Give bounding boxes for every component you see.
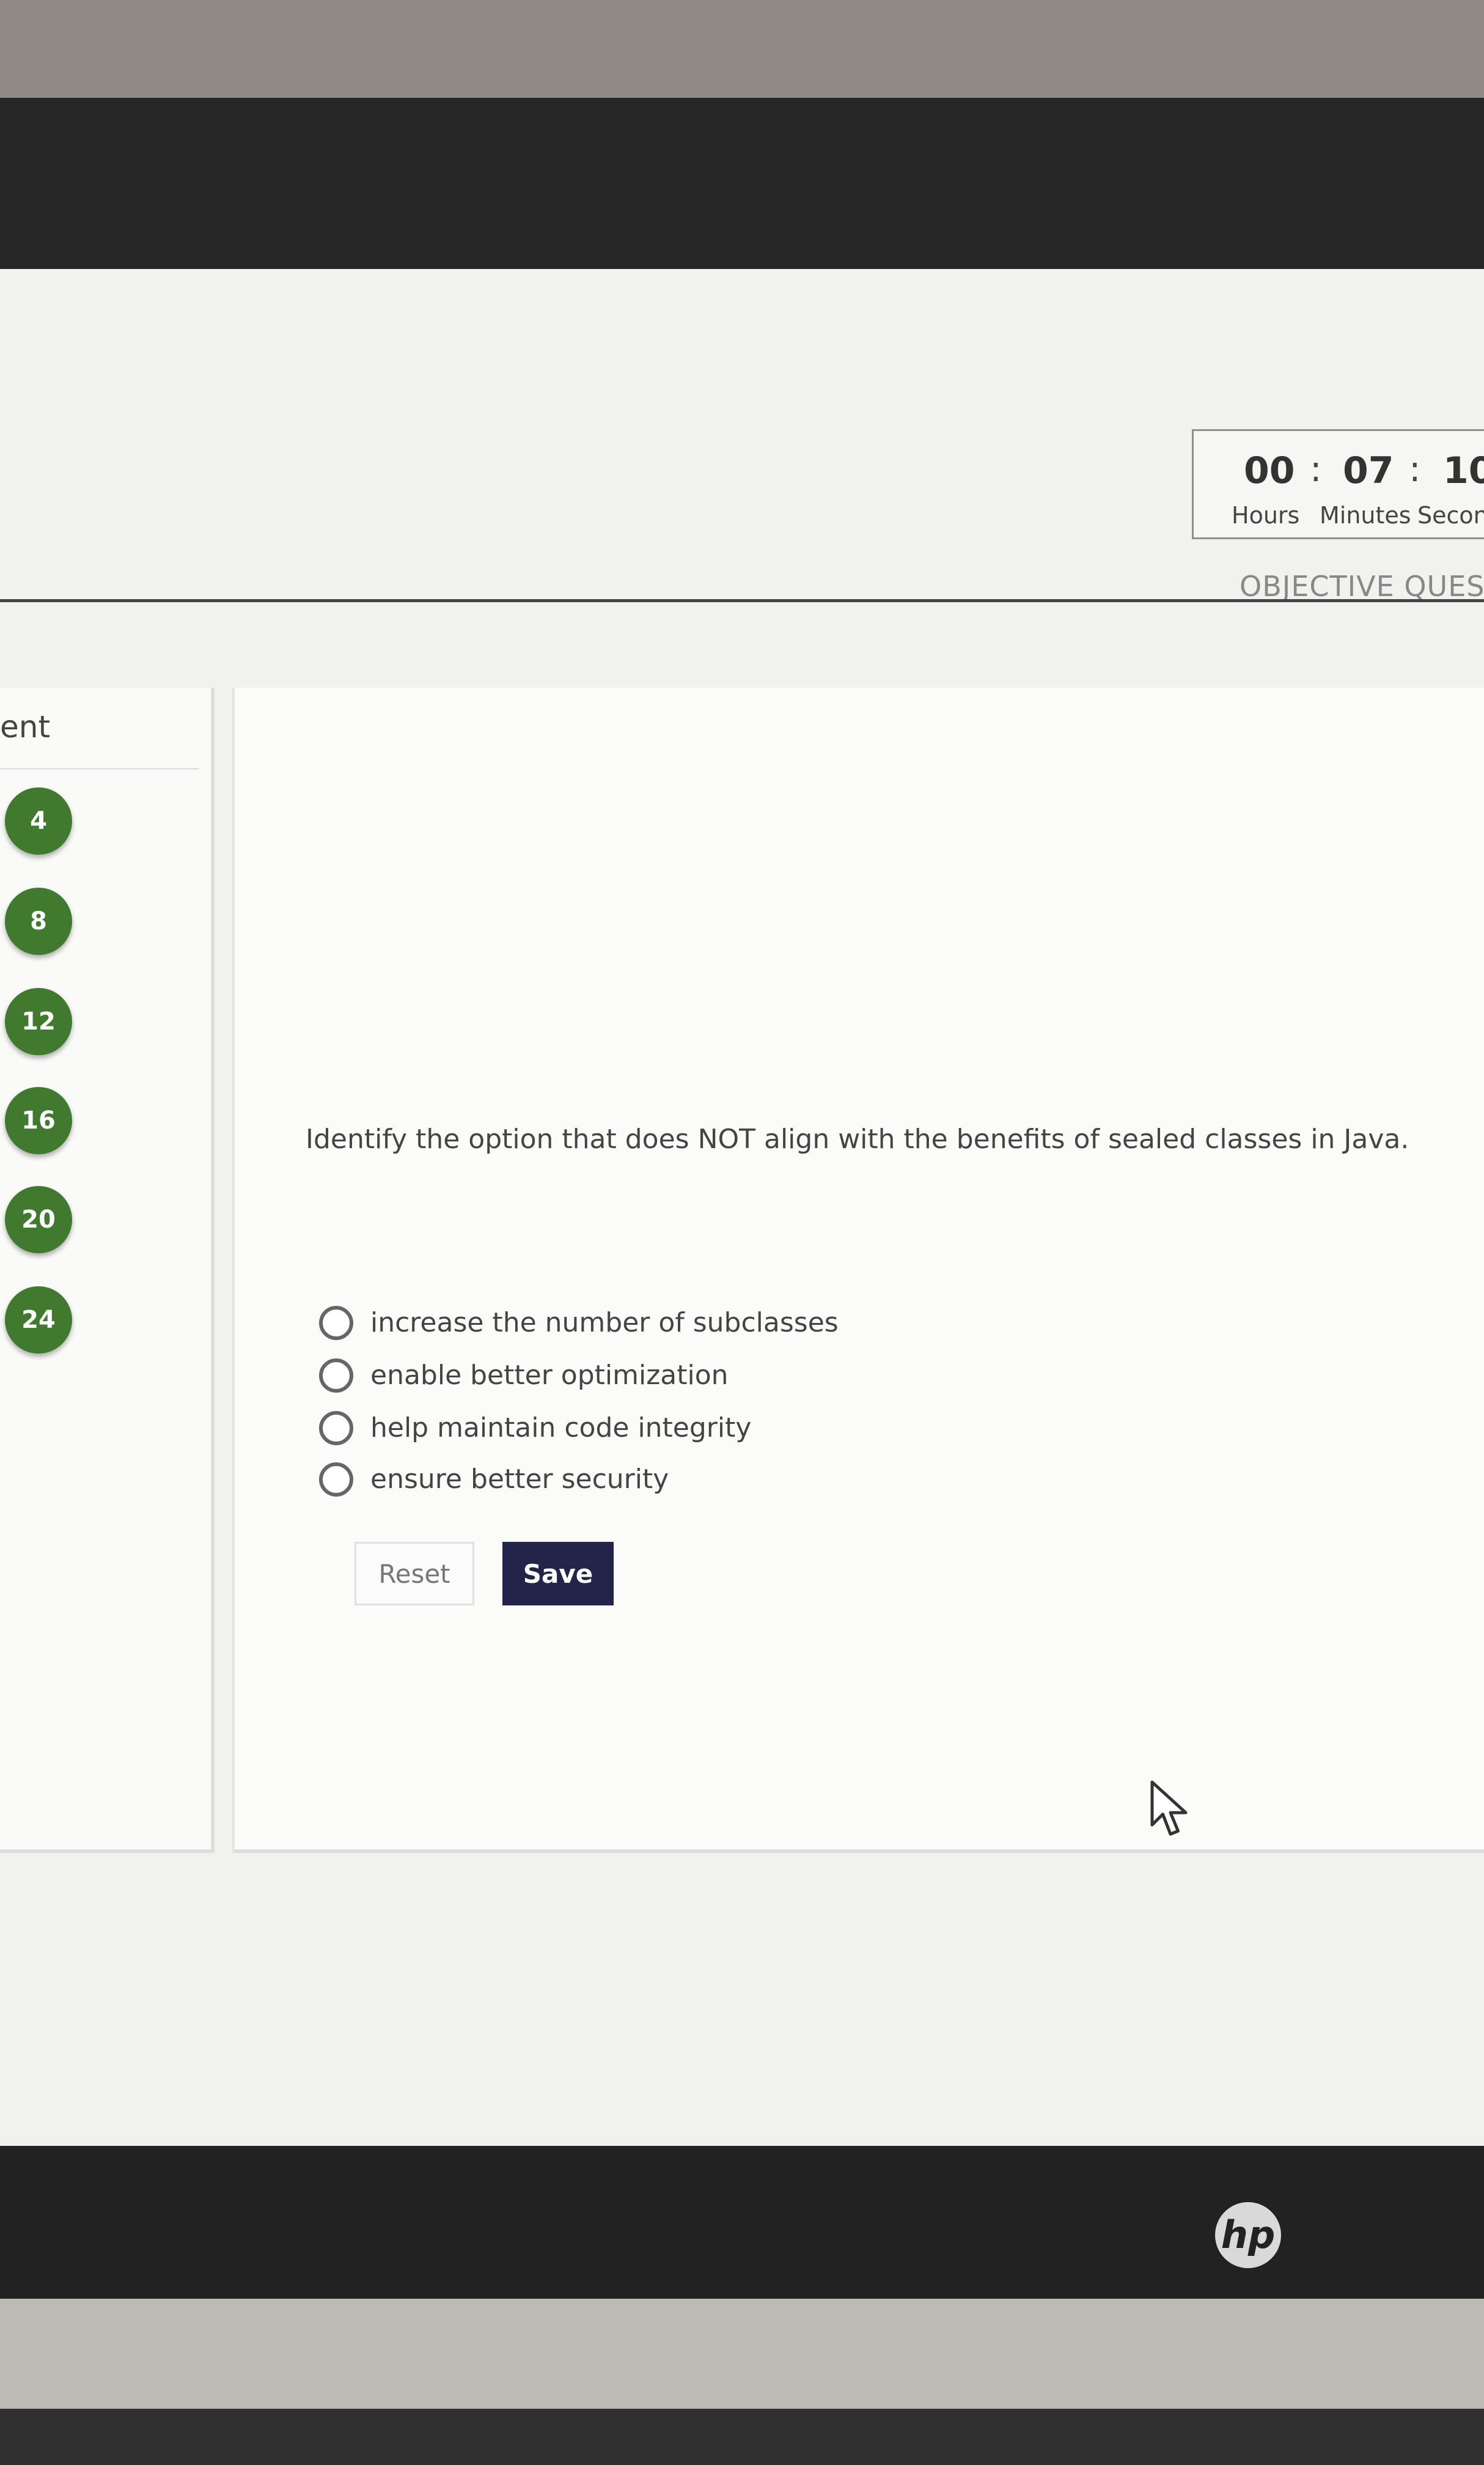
- countdown-timer: 00 : 07 : 10 Hours Minutes Secon: [1192, 429, 1484, 539]
- timer-minutes: 07: [1343, 449, 1394, 492]
- question-nav-4[interactable]: 4: [5, 787, 72, 855]
- answer-option-label: increase the number of subclasses: [370, 1307, 839, 1338]
- laptop-screen: 00 : 07 : 10 Hours Minutes Secon OBJECTI…: [0, 269, 1484, 2152]
- section-title: OBJECTIVE QUESTIO: [1240, 570, 1484, 603]
- reset-button[interactable]: Reset: [354, 1542, 474, 1605]
- question-nav-16[interactable]: 16: [5, 1087, 72, 1154]
- question-navigator-panel: [0, 688, 215, 1853]
- timer-minutes-label: Minutes: [1320, 502, 1411, 529]
- question-nav-20[interactable]: 20: [5, 1186, 72, 1253]
- radio-button-icon[interactable]: [319, 1462, 353, 1497]
- timer-seconds: 10: [1443, 449, 1484, 492]
- timer-hours: 00: [1244, 449, 1295, 492]
- header-divider: [0, 599, 1484, 602]
- radio-button-icon[interactable]: [319, 1411, 353, 1445]
- laptop-top-bezel: [0, 98, 1484, 346]
- question-text: Identify the option that does NOT align …: [306, 1124, 1409, 1155]
- hp-logo: hp: [1215, 2202, 1281, 2268]
- question-nav-8[interactable]: 8: [5, 888, 72, 955]
- answer-option-label: enable better optimization: [370, 1360, 729, 1391]
- navigator-title: ent: [0, 709, 51, 745]
- desk-edge: [0, 2409, 1484, 2465]
- navigator-divider: [0, 768, 199, 770]
- answer-option-label: help maintain code integrity: [370, 1412, 752, 1443]
- question-nav-12[interactable]: 12: [5, 988, 72, 1055]
- radio-button-icon[interactable]: [319, 1358, 353, 1393]
- save-button[interactable]: Save: [502, 1542, 614, 1605]
- question-panel: [232, 688, 1484, 1853]
- timer-hours-label: Hours: [1232, 502, 1300, 529]
- mouse-cursor-icon: [1150, 1780, 1188, 1836]
- answer-option-label: ensure better security: [370, 1464, 669, 1495]
- question-nav-24[interactable]: 24: [5, 1286, 72, 1354]
- timer-separator: :: [1409, 448, 1421, 490]
- background-wall: [0, 0, 1484, 98]
- timer-seconds-label: Secon: [1417, 502, 1484, 529]
- radio-button-icon[interactable]: [319, 1306, 353, 1340]
- timer-separator: :: [1310, 448, 1322, 490]
